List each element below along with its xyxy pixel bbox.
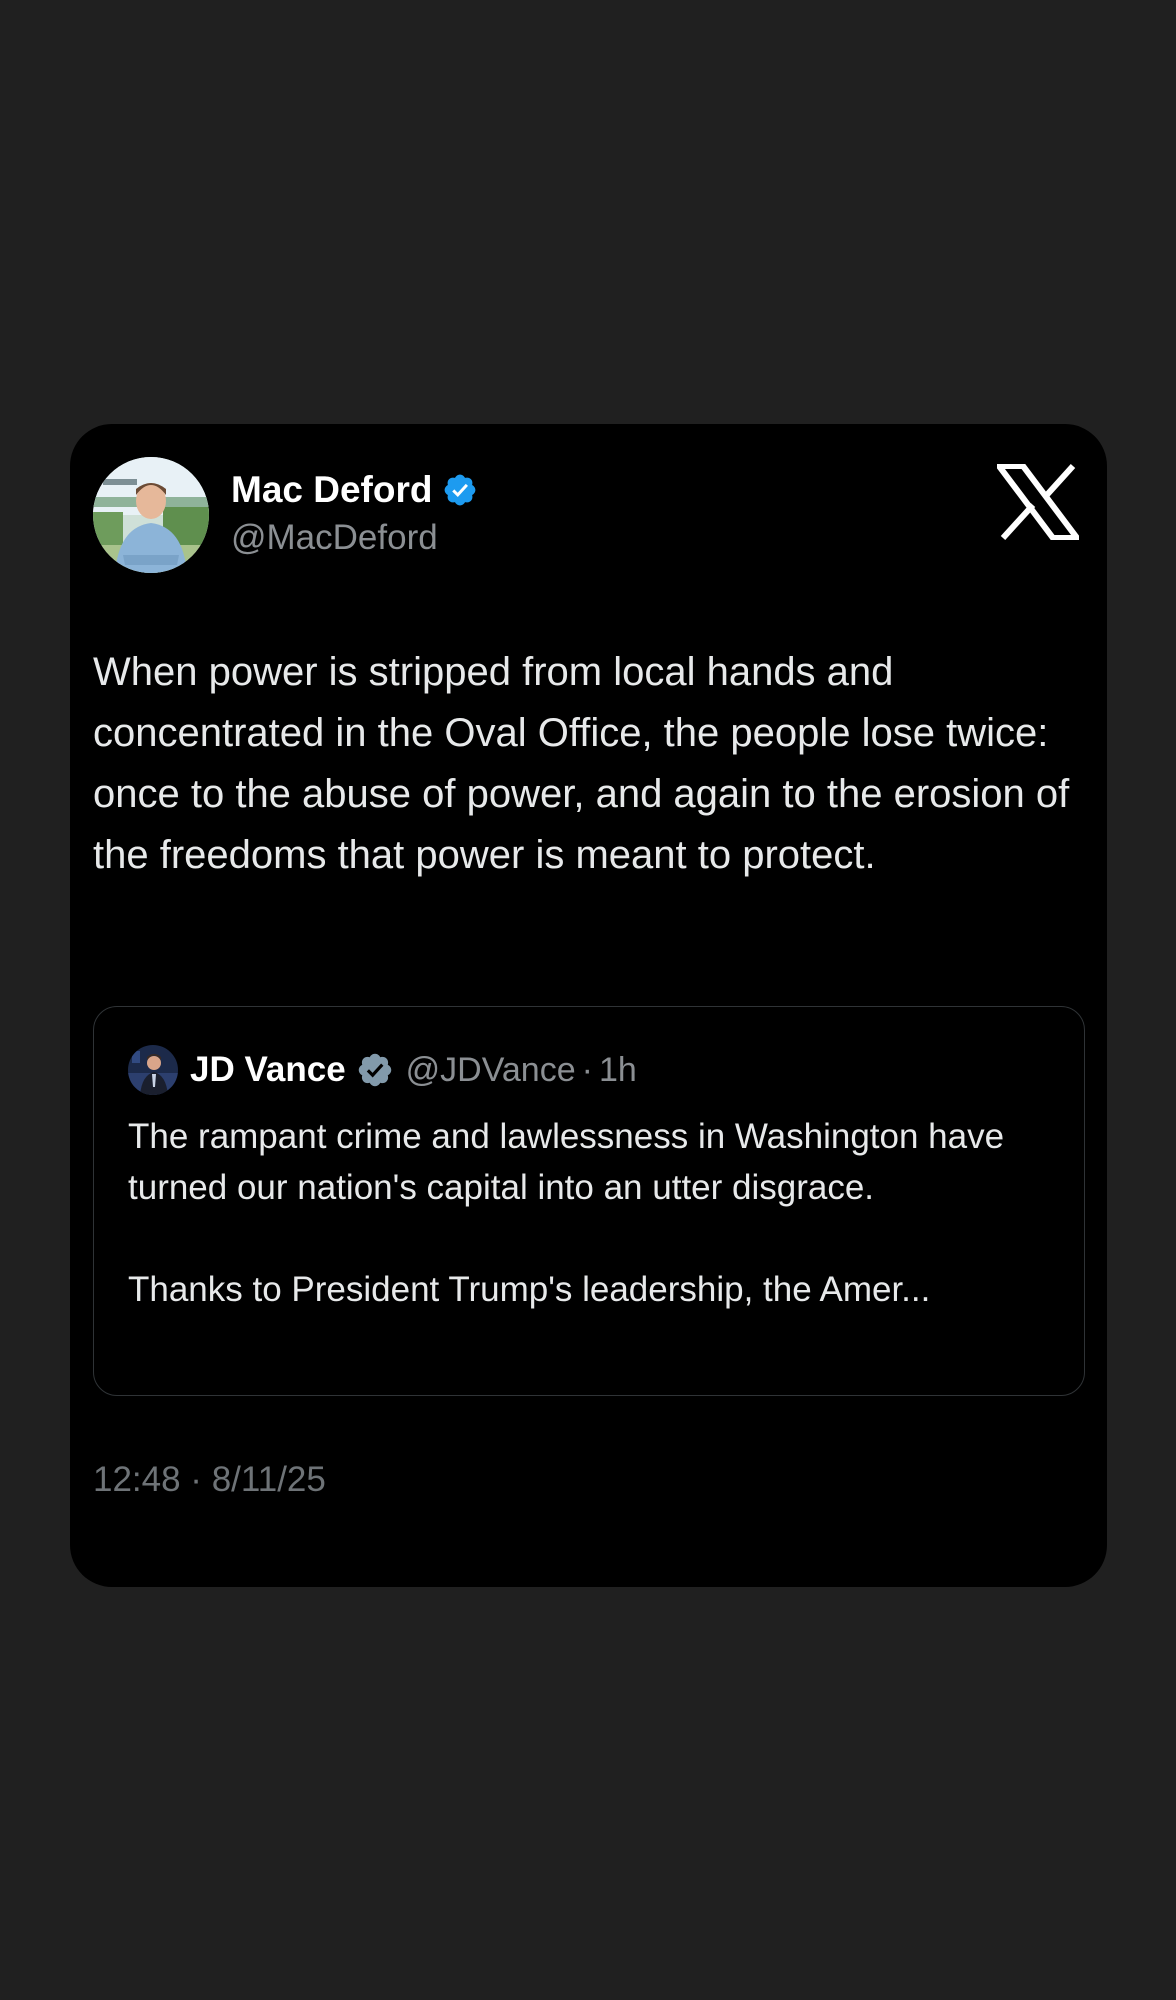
- quoted-tweet[interactable]: JD Vance @JDVance · 1h The rampant crime…: [93, 1006, 1085, 1396]
- quoted-tweet-header: JD Vance @JDVance · 1h: [128, 1045, 637, 1095]
- tweet-timestamp[interactable]: 12:48 · 8/11/25: [93, 1460, 326, 1500]
- separator-dot: ·: [581, 1050, 593, 1089]
- quoted-tweet-time[interactable]: 1h: [599, 1051, 637, 1090]
- verified-badge-icon: [445, 474, 476, 506]
- quoted-author-photo-icon: [128, 1045, 178, 1095]
- author-name[interactable]: Mac Deford: [231, 469, 432, 511]
- tweet-card: Mac Deford @MacDeford When power is stri…: [70, 424, 1107, 1587]
- x-logo-icon[interactable]: [993, 463, 1083, 541]
- tweet-text: When power is stripped from local hands …: [93, 650, 1070, 877]
- quoted-author-handle[interactable]: @JDVance: [406, 1051, 576, 1090]
- quoted-paragraph: Thanks to President Trump's leadership, …: [128, 1270, 931, 1309]
- quoted-tweet-text: The rampant crime and lawlessness in Was…: [128, 1111, 1058, 1315]
- author-avatar[interactable]: [93, 457, 209, 573]
- verified-badge-icon: [358, 1053, 391, 1087]
- quoted-author-avatar[interactable]: [128, 1045, 178, 1095]
- author-handle[interactable]: @MacDeford: [231, 518, 438, 558]
- author-avatar-photo-icon: [93, 457, 209, 573]
- quoted-author-name[interactable]: JD Vance: [190, 1050, 346, 1090]
- quoted-paragraph: The rampant crime and lawlessness in Was…: [128, 1117, 1005, 1207]
- author-name-row[interactable]: Mac Deford: [231, 469, 478, 511]
